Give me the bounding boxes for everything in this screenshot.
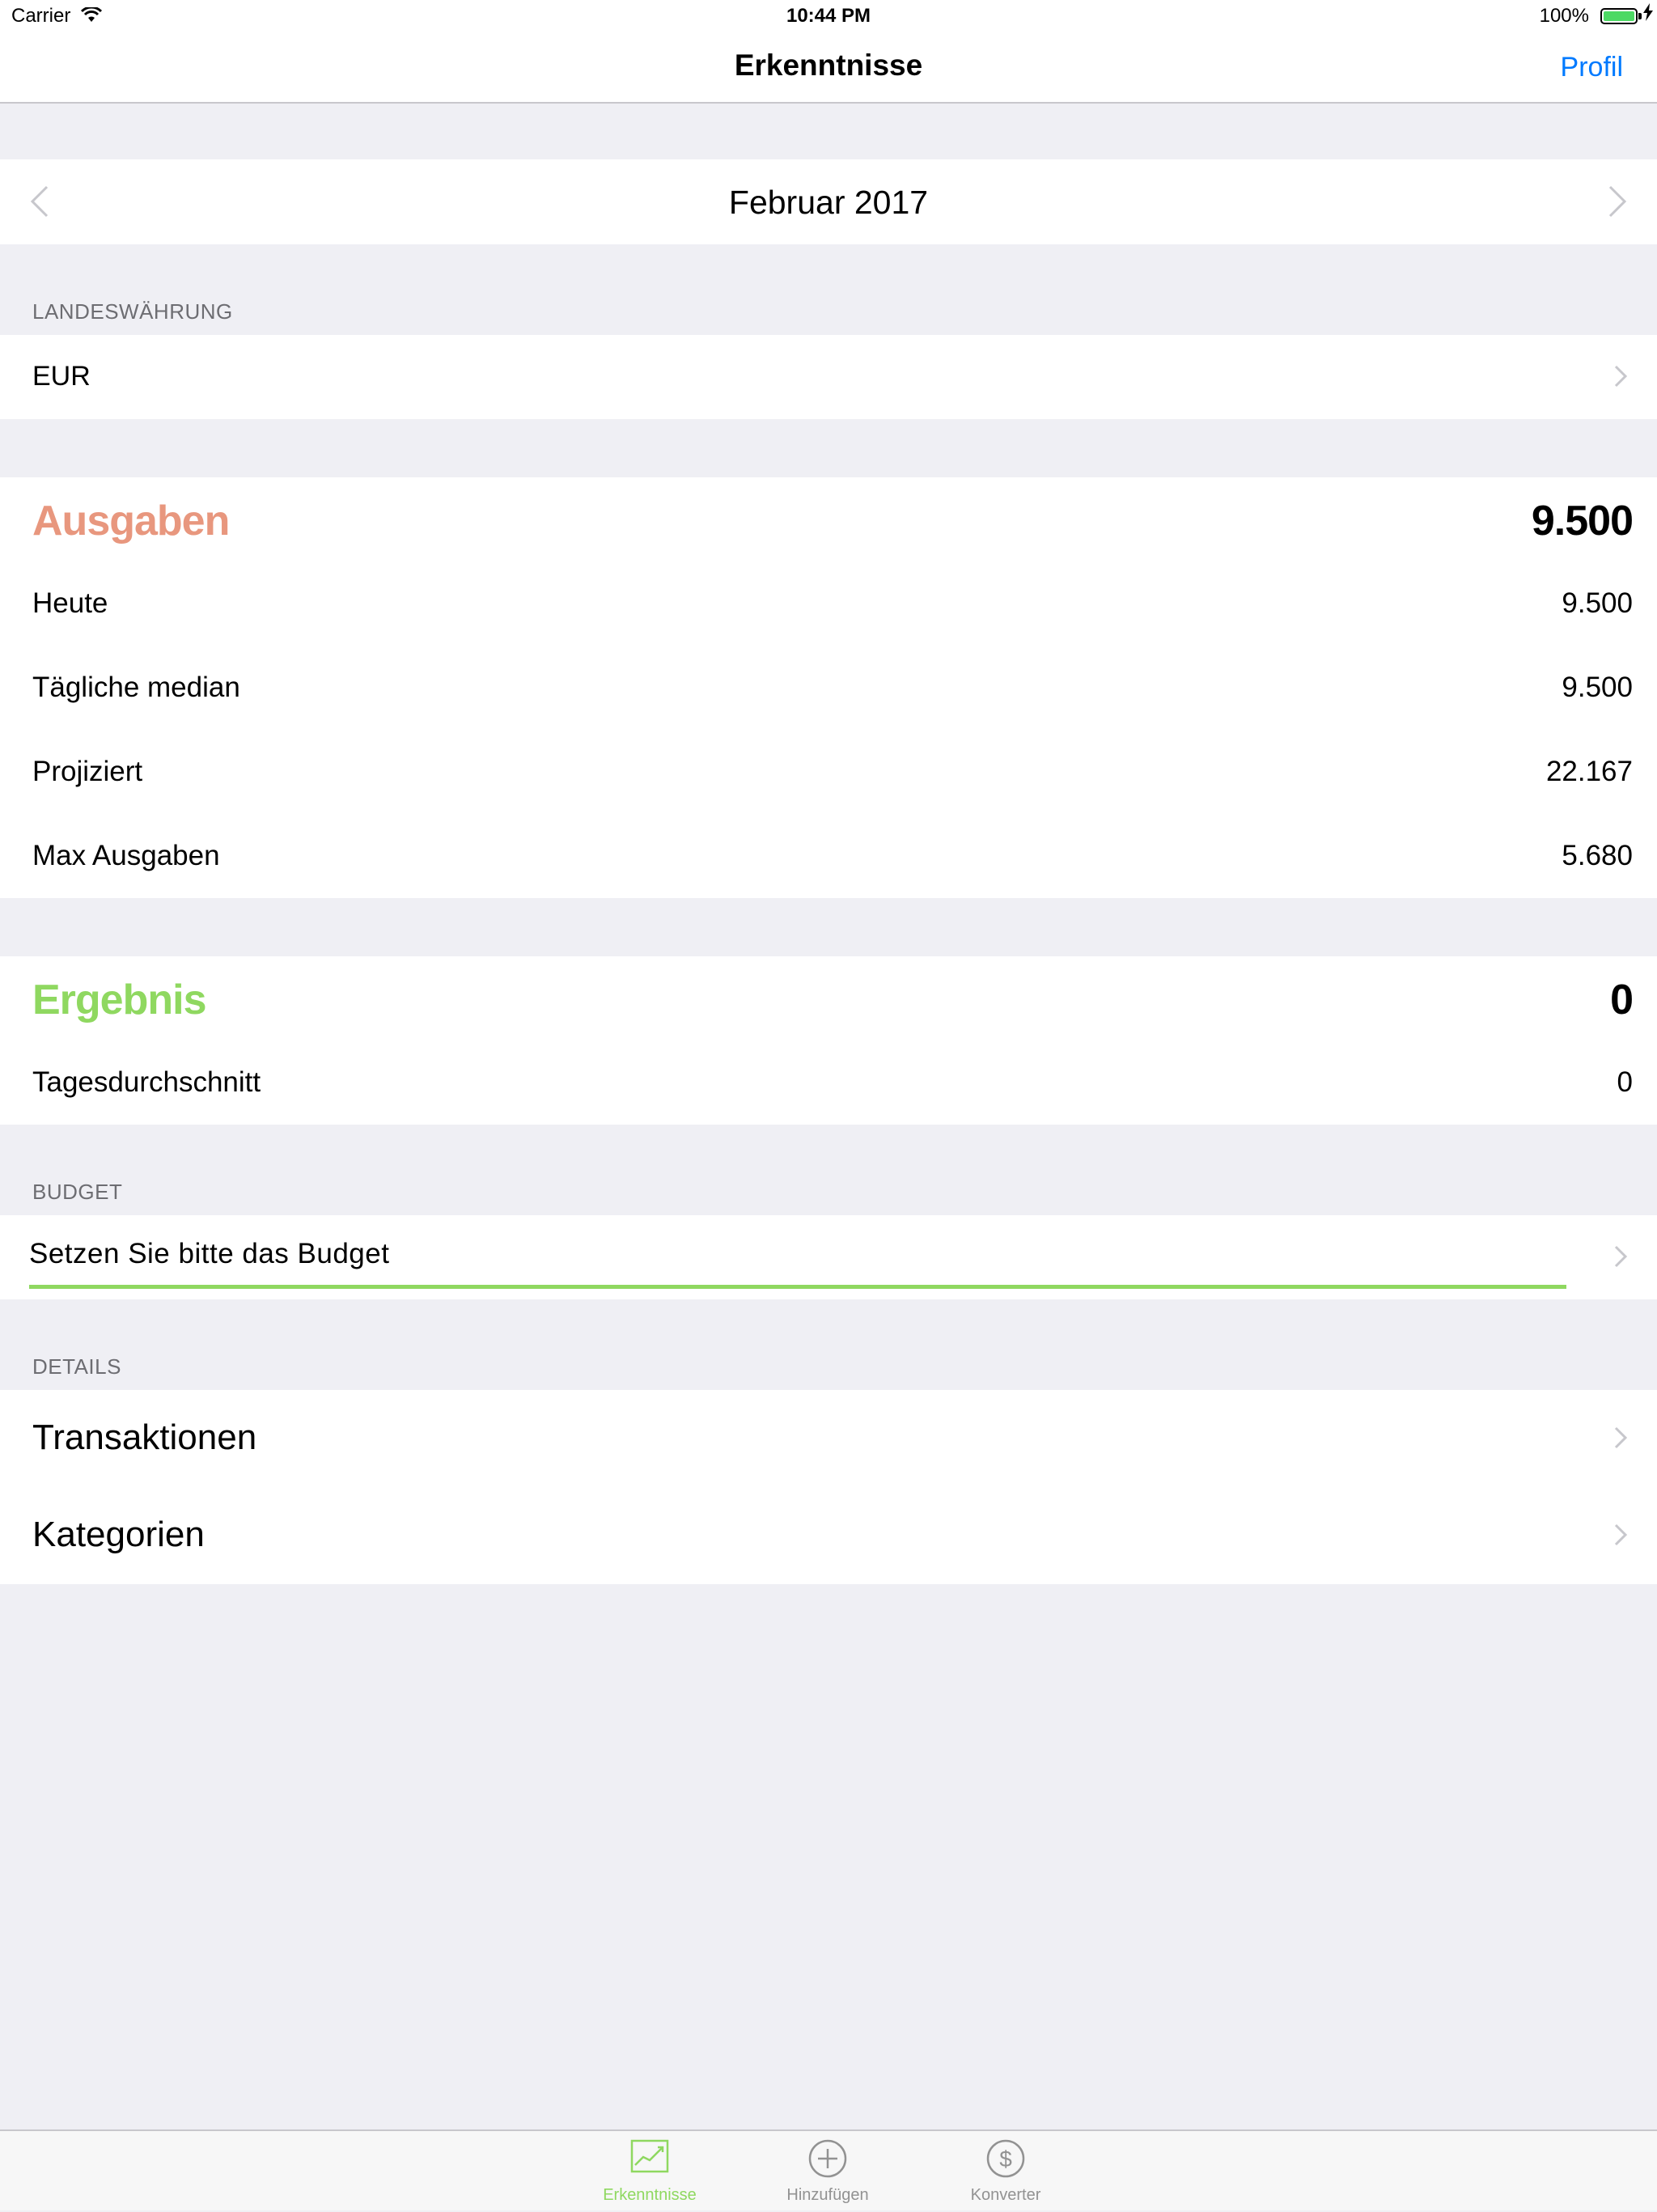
profile-button[interactable]: Profil xyxy=(1561,52,1623,83)
stat-value-max-expenses: 5.680 xyxy=(1562,840,1633,871)
currency-value: EUR xyxy=(32,361,91,392)
stat-label-daily-median: Tägliche median xyxy=(32,672,240,703)
budget-row[interactable]: Setzen Sie bitte das Budget xyxy=(0,1215,1657,1299)
categories-label: Kategorien xyxy=(32,1515,205,1554)
page-title: Erkenntnisse xyxy=(734,49,923,82)
stat-label-projected: Projiziert xyxy=(32,756,143,787)
expenses-card: Ausgaben 9.500 Heute 9.500 Tägliche medi… xyxy=(0,477,1657,898)
chevron-right-icon xyxy=(1613,1523,1628,1551)
stat-value-daily-average: 0 xyxy=(1617,1066,1633,1098)
svg-text:$: $ xyxy=(999,2146,1012,2172)
tab-insights-label: Erkenntnisse xyxy=(603,2186,697,2204)
chevron-right-icon xyxy=(1608,185,1627,218)
stat-label-daily-average: Tagesdurchschnitt xyxy=(32,1066,261,1098)
categories-row[interactable]: Kategorien xyxy=(0,1487,1657,1584)
chevron-right-icon xyxy=(1613,1244,1628,1273)
plus-circle-icon xyxy=(808,2139,847,2178)
stat-label-today: Heute xyxy=(32,587,108,619)
charging-icon xyxy=(1642,3,1654,27)
budget-prompt: Setzen Sie bitte das Budget xyxy=(29,1238,390,1269)
clock: 10:44 PM xyxy=(786,5,871,27)
chevron-right-icon xyxy=(1613,364,1628,392)
status-bar: Carrier 10:44 PM 100% xyxy=(0,0,1657,32)
battery-tip xyxy=(1638,13,1642,19)
battery-percent: 100% xyxy=(1539,5,1589,27)
details-card: Transaktionen Kategorien xyxy=(0,1390,1657,1584)
expenses-title: Ausgaben xyxy=(32,498,230,545)
stat-value-daily-median: 9.500 xyxy=(1562,672,1633,703)
transactions-label: Transaktionen xyxy=(32,1417,257,1457)
details-section-header: DETAILS xyxy=(32,1354,121,1379)
expenses-total: 9.500 xyxy=(1531,498,1634,545)
stat-value-today: 9.500 xyxy=(1562,587,1633,619)
tab-bar: Erkenntnisse Hinzufügen $ Konverter xyxy=(0,2129,1657,2210)
month-selector: Februar 2017 xyxy=(0,159,1657,244)
tab-add-label: Hinzufügen xyxy=(786,2186,869,2204)
tab-converter[interactable]: $ Konverter xyxy=(917,2131,1095,2212)
currency-section-header: LANDESWÄHRUNG xyxy=(32,299,233,324)
next-month-button[interactable] xyxy=(1607,184,1628,223)
tab-add[interactable]: Hinzufügen xyxy=(739,2131,917,2212)
budget-section-header: BUDGET xyxy=(32,1180,123,1204)
dollar-circle-icon: $ xyxy=(986,2139,1025,2178)
tab-converter-label: Konverter xyxy=(970,2186,1041,2204)
budget-progress-bar xyxy=(29,1285,1566,1289)
transactions-row[interactable]: Transaktionen xyxy=(0,1390,1657,1487)
stat-value-projected: 22.167 xyxy=(1545,756,1633,787)
month-label: Februar 2017 xyxy=(728,184,929,221)
stat-label-max-expenses: Max Ausgaben xyxy=(32,840,220,871)
chevron-right-icon xyxy=(1613,1426,1628,1454)
chart-icon xyxy=(630,2139,669,2173)
result-card: Ergebnis 0 Tagesdurchschnitt 0 xyxy=(0,956,1657,1125)
tab-insights[interactable]: Erkenntnisse xyxy=(561,2131,739,2212)
result-title: Ergebnis xyxy=(32,977,206,1023)
result-total: 0 xyxy=(1610,977,1634,1023)
navigation-bar: Erkenntnisse Profil xyxy=(0,32,1657,104)
battery-icon xyxy=(1600,8,1638,24)
currency-row[interactable]: EUR xyxy=(0,335,1657,419)
